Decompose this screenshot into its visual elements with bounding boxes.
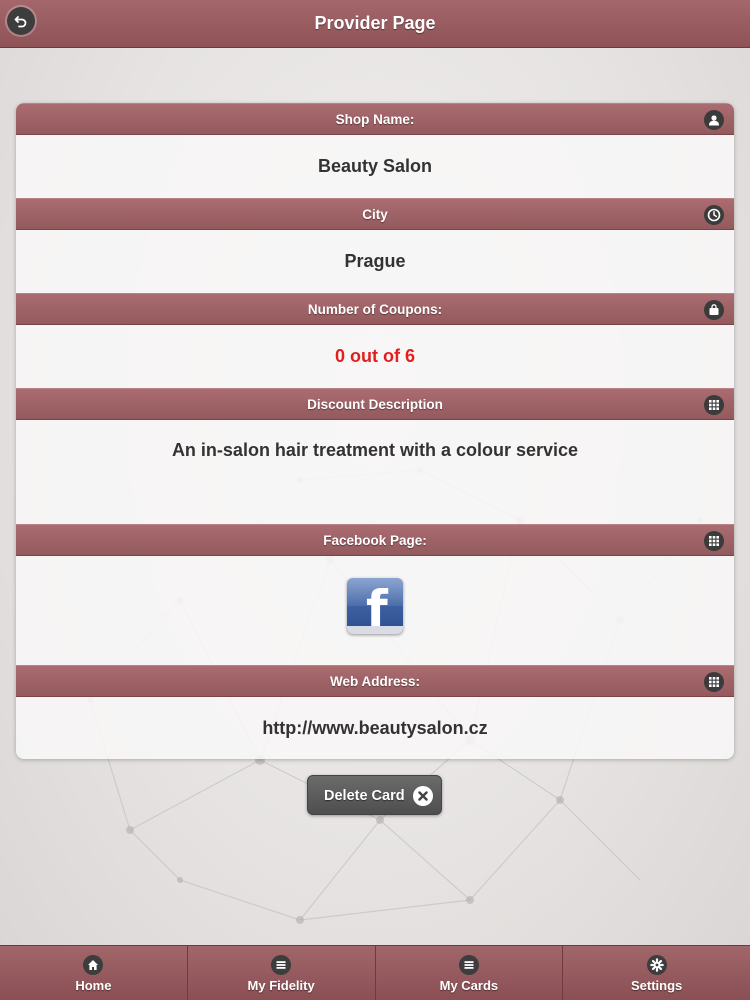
delete-card-label: Delete Card [324,788,405,804]
grid-icon [704,395,724,415]
section-label: City [362,207,388,222]
nav-my-cards[interactable]: My Cards [376,946,564,1000]
nav-settings[interactable]: Settings [563,946,750,1000]
section-label: Facebook Page: [323,533,427,548]
nav-label: My Cards [439,978,499,993]
page-title: Provider Page [314,13,436,33]
provider-card: Shop Name: Beauty Salon City Prague Numb… [16,103,734,759]
section-label: Web Address: [329,674,421,689]
section-header-city: City [16,198,734,230]
section-header-facebook: Facebook Page: [16,524,734,556]
facebook-logo[interactable]: f [347,578,403,634]
coupons-value: 0 out of 6 [335,346,415,366]
user-icon [704,110,724,130]
discount-description-value: An in-salon hair treatment with a colour… [171,440,579,460]
clock-icon [704,205,724,225]
bottom-nav: Home My Fidelity My Cards Settings [0,945,750,1000]
gear-icon [646,955,667,975]
grid-icon [704,672,724,692]
header-bar: Provider Page [0,0,750,48]
nav-home[interactable]: Home [0,946,188,1000]
facebook-letter: f [366,580,388,634]
shop-name-value: Beauty Salon [317,156,433,176]
nav-label: My Fidelity [247,978,315,993]
nav-my-fidelity[interactable]: My Fidelity [188,946,376,1000]
section-label: Discount Description [307,397,443,412]
section-label: Number of Coupons: [307,302,443,317]
menu-icon [271,955,292,975]
section-header-shop-name: Shop Name: [16,103,734,135]
grid-icon [704,531,724,551]
section-header-coupons: Number of Coupons: [16,293,734,325]
nav-label: Home [75,978,112,993]
section-label: Shop Name: [335,112,415,127]
city-value: Prague [344,251,406,271]
section-header-web-address: Web Address: [16,665,734,697]
menu-icon [458,955,479,975]
close-icon [413,786,433,806]
web-address-link[interactable]: http://www.beautysalon.cz [16,718,734,739]
home-icon [83,955,104,975]
delete-card-button[interactable]: Delete Card [307,775,442,815]
section-header-discount: Discount Description [16,388,734,420]
shopping-bag-icon [704,300,724,320]
nav-label: Settings [630,978,683,993]
